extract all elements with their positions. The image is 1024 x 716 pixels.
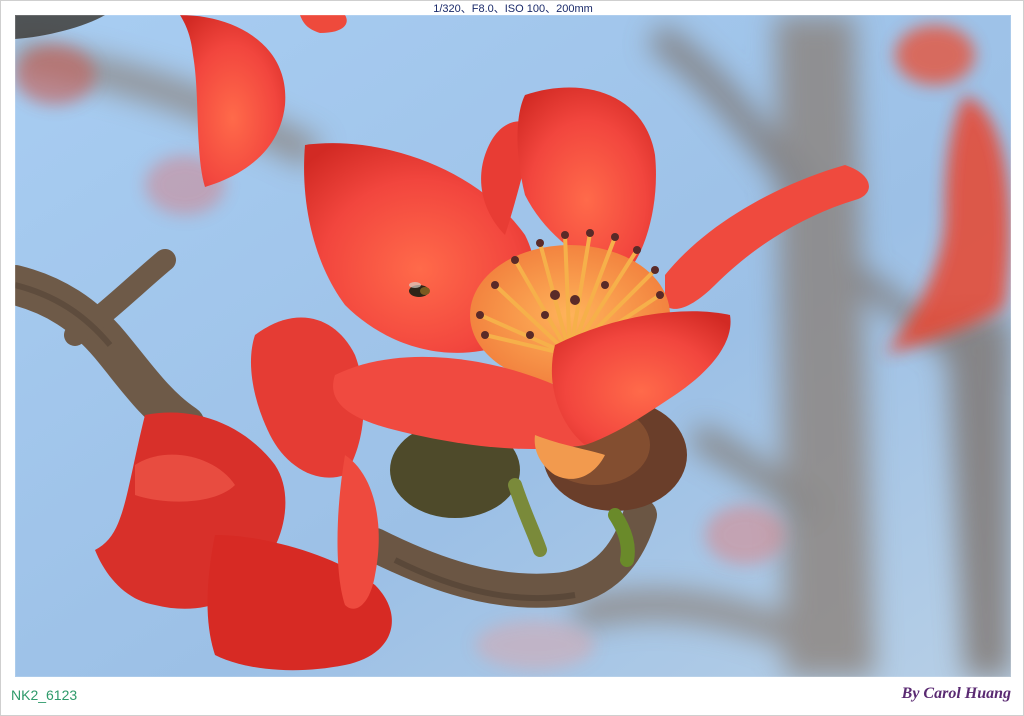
- flower-photo: [15, 15, 1011, 677]
- photo-illustration: [15, 15, 1011, 677]
- photographer-signature: By Carol Huang: [901, 685, 1011, 702]
- photo-frame: 1/320、F8.0、ISO 100、200mm NK2_6123 By Car…: [0, 0, 1024, 716]
- file-name-caption: NK2_6123: [11, 687, 78, 703]
